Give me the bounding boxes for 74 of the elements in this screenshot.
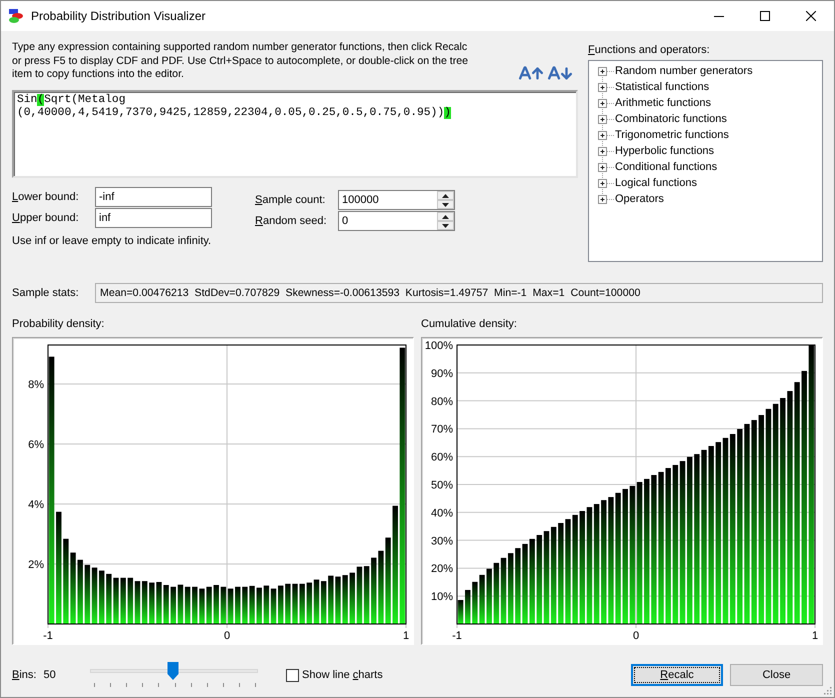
axis-tick-label: 6%	[28, 439, 44, 451]
histogram-bar	[458, 600, 464, 624]
expression-editor[interactable]: Sin(Sqrt(Metalog (0,40000,4,5419,7370,9425,12859,22304,0.05,0.25,0.5,0.75,0.95)))	[12, 90, 578, 178]
bound-label: Lower bound:	[12, 190, 80, 204]
axis-tick-label: -1	[43, 630, 53, 642]
histogram-bar	[256, 588, 262, 624]
tree-item[interactable]: Logical functions	[614, 177, 698, 189]
app-icon	[8, 8, 24, 24]
axis-tick-label: 80%	[430, 396, 453, 408]
spin-label: Sample count:	[255, 193, 326, 207]
caret-up-icon	[442, 214, 449, 218]
spin-label: Random seed:	[255, 214, 328, 228]
resize-grip-icon[interactable]	[822, 685, 832, 695]
spin-down-button[interactable]	[437, 221, 454, 230]
spin-up-button[interactable]	[437, 191, 454, 200]
histogram-bar	[78, 560, 83, 624]
tree-item[interactable]: Arithmetic functions	[614, 97, 712, 109]
tree-item[interactable]: Conditional functions	[614, 161, 718, 173]
histogram-bar	[192, 586, 198, 624]
axis-tick-label: 8%	[28, 379, 44, 391]
axis-tick-label: 1	[812, 630, 818, 642]
axis-tick-label: 10%	[430, 591, 453, 604]
bounds-hint: Use inf or leave empty to indicate infinity.	[12, 234, 212, 249]
axis-tick-label: 20%	[430, 563, 453, 576]
histogram-bar	[486, 568, 492, 624]
dialog-button[interactable]: Recalc	[631, 664, 723, 686]
bound-field[interactable]: inf	[95, 208, 212, 228]
axis-tick-label: 30%	[430, 535, 453, 548]
caret-down-icon	[442, 224, 449, 228]
tree-item[interactable]: Random number generators	[614, 65, 754, 77]
close-icon	[806, 11, 816, 21]
bound-label: Upper bound:	[12, 211, 80, 225]
checkbox-label[interactable]: Show line charts	[302, 669, 383, 681]
stats-label: Sample stats:	[12, 286, 80, 300]
spin-field[interactable]: 0	[338, 211, 455, 231]
axis-tick-label: 0	[632, 630, 640, 642]
spin-up-button[interactable]	[437, 212, 454, 221]
axis-tick-label: 40%	[430, 507, 453, 520]
checkbox[interactable]	[286, 668, 299, 682]
caret-up-icon	[442, 194, 449, 198]
dialog-button[interactable]: Close	[730, 664, 823, 686]
maximize-icon	[760, 11, 770, 21]
histogram-bar	[214, 585, 219, 624]
histogram-bar	[235, 586, 240, 624]
axis-tick-label: 60%	[430, 452, 453, 464]
bound-field[interactable]: -inf	[95, 187, 212, 207]
axis-tick-label: 1	[402, 630, 410, 642]
histogram-bar	[465, 590, 470, 624]
window-title: Probability Distribution Visualizer	[31, 9, 206, 23]
caret-down-icon	[442, 202, 449, 206]
tree-item[interactable]: Hyperbolic functions	[614, 145, 716, 157]
axis-tick-label: 4%	[28, 499, 44, 511]
axis-tick-label: 100%	[424, 340, 453, 352]
axis-tick-label: -1	[452, 630, 462, 642]
spin-down-button[interactable]	[437, 200, 454, 209]
tree-label: Functions and operators:	[588, 43, 711, 58]
tree-item[interactable]: Statistical functions	[614, 81, 710, 93]
histogram-bar	[371, 558, 376, 624]
axis-tick-label: 0	[224, 630, 230, 642]
axis-tick-label: 90%	[430, 368, 453, 380]
stats-field: Mean=0.00476213 StdDev=0.707829 Skewness=-0.00613593 Kurtosis=1.49757 Min=-1 Max=1 Count=100000	[95, 283, 823, 303]
bins-value: 50	[43, 669, 56, 681]
tree-item[interactable]: Combinatoric functions	[614, 113, 728, 125]
axis-tick-label: 70%	[430, 424, 453, 436]
spin-field[interactable]: 100000	[338, 190, 455, 210]
bins-label: Bins:	[12, 669, 36, 681]
slider-thumb[interactable]	[167, 662, 178, 680]
tree-item[interactable]: Operators	[614, 193, 665, 205]
axis-tick-label: 50%	[430, 480, 453, 492]
chart-title: Cumulative density:	[421, 318, 517, 332]
instructions-text: Type any expression containing supported random number generator functions, then click Recalc or press F5 to display CDF and PDF. Use Ctrl+Space to autocomplete, or double-click on the tree item to copy functions into the editor.	[12, 41, 468, 82]
axis-tick-label: 2%	[28, 559, 44, 571]
chart-title: Probability density:	[12, 318, 104, 332]
tree-item[interactable]: Trigonometric functions	[614, 129, 730, 141]
